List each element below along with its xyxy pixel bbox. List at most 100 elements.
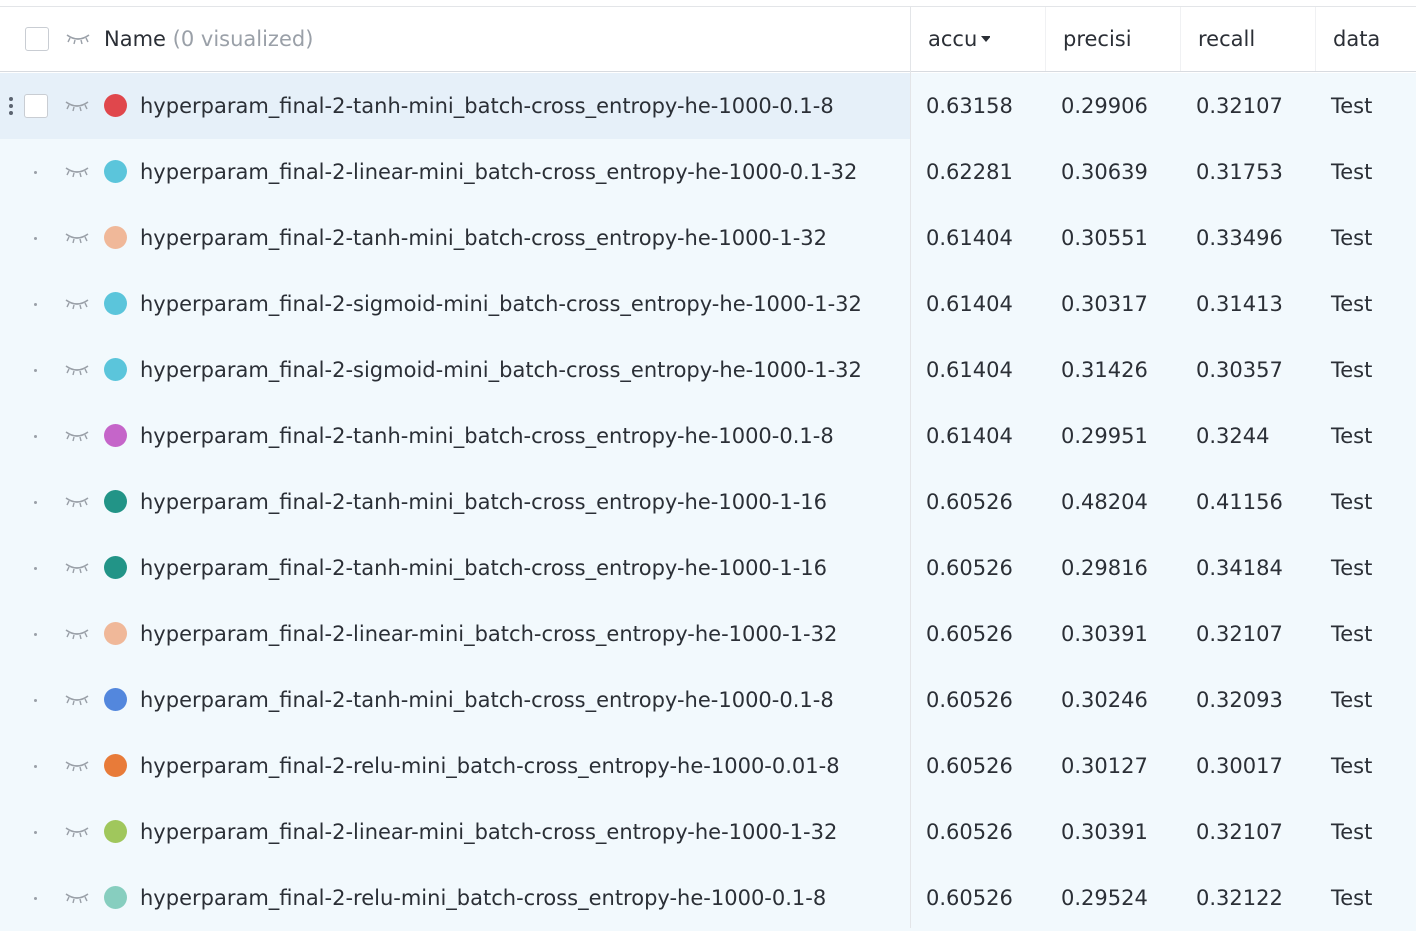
row-dot-icon[interactable] xyxy=(34,897,37,900)
row-dot-icon[interactable] xyxy=(34,369,37,372)
table-row[interactable]: hyperparam_final-2-sigmoid-mini_batch-cr… xyxy=(0,337,1416,403)
run-color-swatch[interactable] xyxy=(104,490,127,513)
row-dot-icon[interactable] xyxy=(34,303,37,306)
row-dot-icon[interactable] xyxy=(34,501,37,504)
accuracy-value: 0.60526 xyxy=(926,688,1013,712)
eye-closed-icon[interactable] xyxy=(65,32,91,46)
column-header-recall[interactable]: recall xyxy=(1198,7,1255,71)
run-name[interactable]: hyperparam_final-2-tanh-mini_batch-cross… xyxy=(140,205,827,271)
eye-closed-icon[interactable] xyxy=(64,693,90,707)
data-split-value: Test xyxy=(1331,556,1373,580)
eye-closed-icon[interactable] xyxy=(64,561,90,575)
row-dot-icon[interactable] xyxy=(34,237,37,240)
table-header: Name (0 visualized) accu precisi recall … xyxy=(0,7,1416,72)
row-dot-icon[interactable] xyxy=(34,435,37,438)
runs-table-body: hyperparam_final-2-tanh-mini_batch-cross… xyxy=(0,73,1416,931)
eye-closed-icon[interactable] xyxy=(64,627,90,641)
run-color-swatch[interactable] xyxy=(104,754,127,777)
run-name[interactable]: hyperparam_final-2-linear-mini_batch-cro… xyxy=(140,139,857,205)
eye-closed-icon[interactable] xyxy=(64,99,90,113)
recall-header-label: recall xyxy=(1198,27,1256,51)
column-separator[interactable] xyxy=(1045,7,1046,71)
run-name[interactable]: hyperparam_final-2-linear-mini_batch-cro… xyxy=(140,601,837,667)
run-name[interactable]: hyperparam_final-2-tanh-mini_batch-cross… xyxy=(140,469,827,535)
run-name[interactable]: hyperparam_final-2-linear-mini_batch-cro… xyxy=(140,799,837,865)
accuracy-value: 0.60526 xyxy=(926,754,1013,778)
table-row[interactable]: hyperparam_final-2-tanh-mini_batch-cross… xyxy=(0,73,1416,139)
run-name[interactable]: hyperparam_final-2-sigmoid-mini_batch-cr… xyxy=(140,337,862,403)
run-name[interactable]: hyperparam_final-2-sigmoid-mini_batch-cr… xyxy=(140,271,862,337)
recall-value: 0.32093 xyxy=(1196,688,1283,712)
eye-closed-icon[interactable] xyxy=(64,297,90,311)
select-all-checkbox[interactable] xyxy=(25,27,49,51)
table-row[interactable]: hyperparam_final-2-tanh-mini_batch-cross… xyxy=(0,469,1416,535)
column-header-accuracy[interactable]: accu xyxy=(928,7,990,71)
precision-value: 0.30246 xyxy=(1061,688,1148,712)
column-header-data[interactable]: data xyxy=(1333,7,1380,71)
run-color-swatch[interactable] xyxy=(104,94,127,117)
drag-handle-icon[interactable] xyxy=(8,96,14,116)
table-row[interactable]: hyperparam_final-2-relu-mini_batch-cross… xyxy=(0,733,1416,799)
column-separator[interactable] xyxy=(1315,7,1316,71)
precision-value: 0.29951 xyxy=(1061,424,1148,448)
recall-value: 0.32107 xyxy=(1196,820,1283,844)
row-checkbox[interactable] xyxy=(24,94,48,118)
row-dot-icon[interactable] xyxy=(34,567,37,570)
pinned-column-divider[interactable] xyxy=(910,7,911,928)
run-name[interactable]: hyperparam_final-2-tanh-mini_batch-cross… xyxy=(140,667,834,733)
run-name[interactable]: hyperparam_final-2-tanh-mini_batch-cross… xyxy=(140,73,834,139)
run-name[interactable]: hyperparam_final-2-relu-mini_batch-cross… xyxy=(140,733,840,799)
table-row[interactable]: hyperparam_final-2-relu-mini_batch-cross… xyxy=(0,865,1416,931)
data-split-value: Test xyxy=(1331,886,1373,910)
eye-closed-icon[interactable] xyxy=(64,825,90,839)
recall-value: 0.31753 xyxy=(1196,160,1283,184)
eye-closed-icon[interactable] xyxy=(64,231,90,245)
row-dot-icon[interactable] xyxy=(34,171,37,174)
eye-closed-icon[interactable] xyxy=(64,165,90,179)
data-split-value: Test xyxy=(1331,160,1373,184)
accuracy-value: 0.62281 xyxy=(926,160,1013,184)
run-color-swatch[interactable] xyxy=(104,292,127,315)
accuracy-value: 0.61404 xyxy=(926,358,1013,382)
column-separator[interactable] xyxy=(1180,7,1181,71)
recall-value: 0.32122 xyxy=(1196,886,1283,910)
run-color-swatch[interactable] xyxy=(104,226,127,249)
run-color-swatch[interactable] xyxy=(104,688,127,711)
table-row[interactable]: hyperparam_final-2-linear-mini_batch-cro… xyxy=(0,601,1416,667)
row-dot-icon[interactable] xyxy=(34,765,37,768)
table-row[interactable]: hyperparam_final-2-tanh-mini_batch-cross… xyxy=(0,205,1416,271)
eye-closed-icon[interactable] xyxy=(64,363,90,377)
run-color-swatch[interactable] xyxy=(104,358,127,381)
run-color-swatch[interactable] xyxy=(104,622,127,645)
table-row[interactable]: hyperparam_final-2-sigmoid-mini_batch-cr… xyxy=(0,271,1416,337)
run-color-swatch[interactable] xyxy=(104,556,127,579)
accuracy-value: 0.61404 xyxy=(926,292,1013,316)
precision-value: 0.29906 xyxy=(1061,94,1148,118)
table-row[interactable]: hyperparam_final-2-tanh-mini_batch-cross… xyxy=(0,667,1416,733)
run-name[interactable]: hyperparam_final-2-relu-mini_batch-cross… xyxy=(140,865,826,931)
run-color-swatch[interactable] xyxy=(104,820,127,843)
run-name[interactable]: hyperparam_final-2-tanh-mini_batch-cross… xyxy=(140,535,827,601)
precision-header-label: precisi xyxy=(1063,27,1132,51)
row-dot-icon[interactable] xyxy=(34,633,37,636)
run-color-swatch[interactable] xyxy=(104,160,127,183)
name-column-header[interactable]: Name (0 visualized) xyxy=(104,7,313,71)
row-dot-icon[interactable] xyxy=(34,699,37,702)
column-header-precision[interactable]: precisi xyxy=(1063,7,1133,71)
eye-closed-icon[interactable] xyxy=(64,759,90,773)
data-header-label: data xyxy=(1333,27,1381,51)
eye-closed-icon[interactable] xyxy=(64,429,90,443)
eye-closed-icon[interactable] xyxy=(64,891,90,905)
run-name[interactable]: hyperparam_final-2-tanh-mini_batch-cross… xyxy=(140,403,834,469)
run-color-swatch[interactable] xyxy=(104,886,127,909)
recall-value: 0.34184 xyxy=(1196,556,1283,580)
row-dot-icon[interactable] xyxy=(34,831,37,834)
sort-desc-icon xyxy=(981,35,990,42)
table-row[interactable]: hyperparam_final-2-linear-mini_batch-cro… xyxy=(0,799,1416,865)
table-row[interactable]: hyperparam_final-2-tanh-mini_batch-cross… xyxy=(0,403,1416,469)
accuracy-value: 0.60526 xyxy=(926,490,1013,514)
run-color-swatch[interactable] xyxy=(104,424,127,447)
eye-closed-icon[interactable] xyxy=(64,495,90,509)
table-row[interactable]: hyperparam_final-2-tanh-mini_batch-cross… xyxy=(0,535,1416,601)
table-row[interactable]: hyperparam_final-2-linear-mini_batch-cro… xyxy=(0,139,1416,205)
